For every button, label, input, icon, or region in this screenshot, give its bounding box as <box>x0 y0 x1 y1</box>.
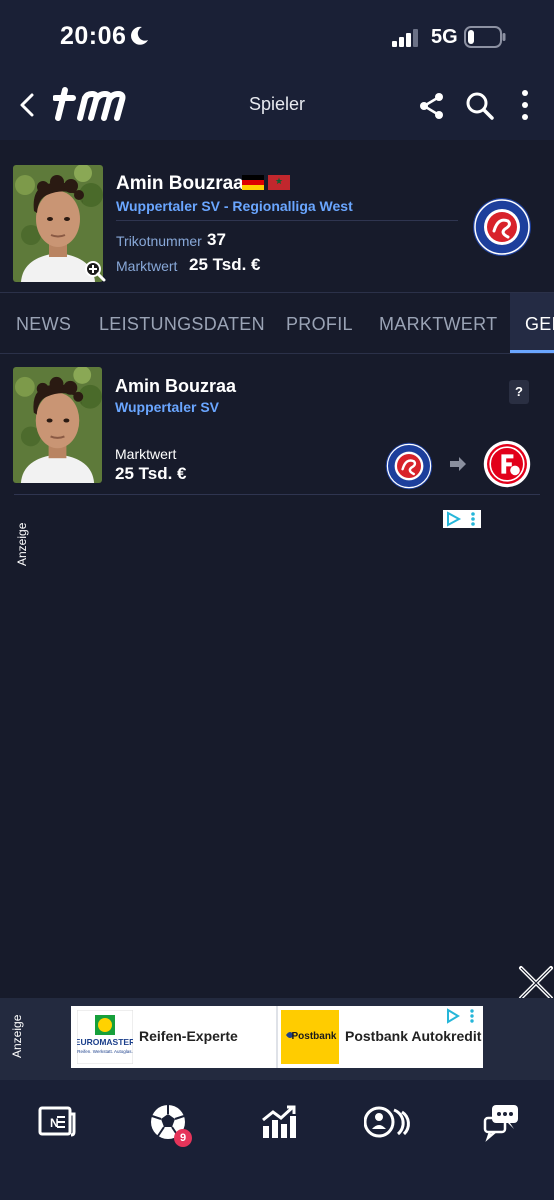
rumour-player-name: Amin Bouzraa <box>115 376 237 396</box>
ad-text-euromaster: Reifen-Experte <box>139 1028 238 1044</box>
euromaster-brand: EUROMASTER <box>77 1037 133 1047</box>
status-time: 20:06 <box>60 22 127 50</box>
ad-choices-icon[interactable] <box>443 1008 479 1024</box>
club-league-link[interactable]: Wuppertaler SV - Regionalliga West <box>116 198 353 214</box>
ad-label: Anzeige <box>15 522 29 566</box>
ad-choices-icon[interactable] <box>443 510 481 528</box>
status-bar: 20:06 5G <box>0 0 554 70</box>
tab-bar: NEWS LEISTUNGSDATEN PROFIL MARKTWERT GER… <box>0 292 554 354</box>
ad-label: Anzeige <box>10 1014 24 1058</box>
tab-rumours[interactable]: GERÜCHTE <box>525 314 554 335</box>
news-icon[interactable]: N <box>37 1102 77 1142</box>
euromaster-logo: EUROMASTER Reifen. Werkstatt. Autoglas. <box>77 1010 133 1064</box>
forum-chat-icon[interactable] <box>482 1102 522 1142</box>
more-options-icon[interactable] <box>515 89 535 121</box>
to-club-crest-icon[interactable] <box>483 440 531 488</box>
shirt-number-value: 37 <box>207 230 226 249</box>
bottom-nav: N 9 <box>0 1080 554 1200</box>
morocco-flag-icon <box>268 175 290 190</box>
ad-content[interactable]: EUROMASTER Reifen. Werkstatt. Autoglas. … <box>71 1006 483 1068</box>
germany-flag-icon <box>242 175 264 190</box>
from-club-crest-icon[interactable] <box>385 442 433 490</box>
rumour-market-value: 25 Tsd. € <box>115 464 187 483</box>
rumour-card[interactable]: Amin Bouzraa Wuppertaler SV ? Marktwert … <box>0 354 554 496</box>
ad-postbank[interactable]: Postbank Postbank Autokredit <box>278 1006 483 1068</box>
search-icon[interactable] <box>465 91 495 121</box>
tab-performance[interactable]: LEISTUNGSDATEN <box>99 314 265 335</box>
postbank-brand: Postbank <box>291 1031 336 1042</box>
divider <box>116 220 458 221</box>
rumour-market-value-label: Marktwert <box>115 446 177 462</box>
divider <box>14 494 540 495</box>
transfers-icon[interactable] <box>364 1102 412 1142</box>
postbank-logo: Postbank <box>281 1010 339 1064</box>
player-photo-small <box>13 367 102 483</box>
rumour-club-link[interactable]: Wuppertaler SV <box>115 399 219 415</box>
tab-profile[interactable]: PROFIL <box>286 314 353 335</box>
tab-news[interactable]: NEWS <box>16 314 71 335</box>
stats-chart-icon[interactable] <box>259 1102 299 1142</box>
battery-icon <box>464 26 506 48</box>
tab-market-value[interactable]: MARKTWERT <box>379 314 497 335</box>
shirt-number-label: Trikotnummer <box>116 233 202 249</box>
help-button[interactable]: ? <box>509 380 529 404</box>
ad-banner: Anzeige EUROMASTER Reifen. Werkstatt. Au… <box>0 998 554 1080</box>
app-bar: Spieler <box>0 70 554 140</box>
ad-euromaster[interactable]: EUROMASTER Reifen. Werkstatt. Autoglas. … <box>71 1006 276 1068</box>
player-name: Amin Bouzraa <box>116 173 244 194</box>
tab-active-indicator <box>510 350 554 353</box>
euromaster-tagline: Reifen. Werkstatt. Autoglas. <box>77 1049 132 1054</box>
player-header: Amin Bouzraa Wuppertaler SV - Regionalli… <box>0 140 554 292</box>
share-icon[interactable] <box>418 92 446 120</box>
close-ad-icon[interactable] <box>517 964 554 1002</box>
signal-icon <box>392 29 418 47</box>
market-value-label: Marktwert <box>116 258 178 274</box>
network-type: 5G <box>431 26 458 48</box>
moon-icon <box>131 26 148 45</box>
wuppertaler-sv-crest-icon[interactable] <box>472 197 532 257</box>
ad-text-postbank: Postbank Autokredit <box>345 1028 482 1044</box>
notification-badge: 9 <box>174 1129 192 1147</box>
market-value-value: 25 Tsd. € <box>189 255 261 274</box>
zoom-in-icon[interactable] <box>84 260 106 282</box>
transfer-arrow-icon <box>450 457 466 471</box>
